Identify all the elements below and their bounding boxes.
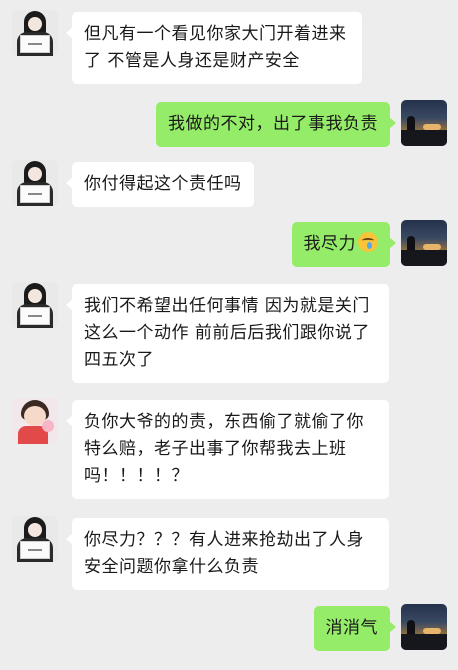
girl-with-sign-avatar[interactable] <box>12 516 58 562</box>
message-text: 我们不希望出任何事情 因为就是关门这么一个动作 前前后后我们跟你说了四五次了 <box>84 296 370 370</box>
outgoing-message-bubble[interactable]: 我做的不对，出了事我负责 <box>156 102 396 147</box>
outgoing-message-bubble[interactable]: 消消气 <box>313 606 396 651</box>
message-text: 负你大爷的的责，东西偷了就偷了你特么赔，老子出事了你帮我去上班吗！！！！？ <box>84 412 364 486</box>
chat-view: 但凡有一个看见你家大门开着进来了 不管是人身还是财产安全 我做的不对，出了事我负… <box>0 0 458 670</box>
incoming-message-bubble[interactable]: 你尽力？？？有人进来抢劫出了人身安全问题你拿什么负责 <box>66 518 389 590</box>
message-text: 我做的不对，出了事我负责 <box>168 114 378 134</box>
girl-with-sign-avatar[interactable] <box>12 160 58 206</box>
girl-with-sign-avatar[interactable] <box>12 10 58 56</box>
message-text: 你付得起这个责任吗 <box>84 174 242 194</box>
message-text: 但凡有一个看见你家大门开着进来了 不管是人身还是财产安全 <box>84 24 347 71</box>
message-text: 消消气 <box>325 618 378 638</box>
sunset-skyline-avatar[interactable] <box>401 220 447 266</box>
child-avatar[interactable] <box>12 398 58 444</box>
message-text: 你尽力？？？有人进来抢劫出了人身安全问题你拿什么负责 <box>84 530 364 577</box>
incoming-message-bubble[interactable]: 你付得起这个责任吗 <box>66 162 254 207</box>
sunset-skyline-avatar[interactable] <box>401 100 447 146</box>
outgoing-message-bubble[interactable]: 我尽力 <box>291 222 396 267</box>
incoming-message-bubble[interactable]: 负你大爷的的责，东西偷了就偷了你特么赔，老子出事了你帮我去上班吗！！！！？ <box>66 400 389 499</box>
girl-with-sign-avatar[interactable] <box>12 282 58 328</box>
message-text: 我尽力 <box>303 234 356 254</box>
sunset-skyline-avatar[interactable] <box>401 604 447 650</box>
incoming-message-bubble[interactable]: 但凡有一个看见你家大门开着进来了 不管是人身还是财产安全 <box>66 12 362 84</box>
incoming-message-bubble[interactable]: 我们不希望出任何事情 因为就是关门这么一个动作 前前后后我们跟你说了四五次了 <box>66 284 389 383</box>
crying-laugh-emoji-icon <box>358 232 378 252</box>
